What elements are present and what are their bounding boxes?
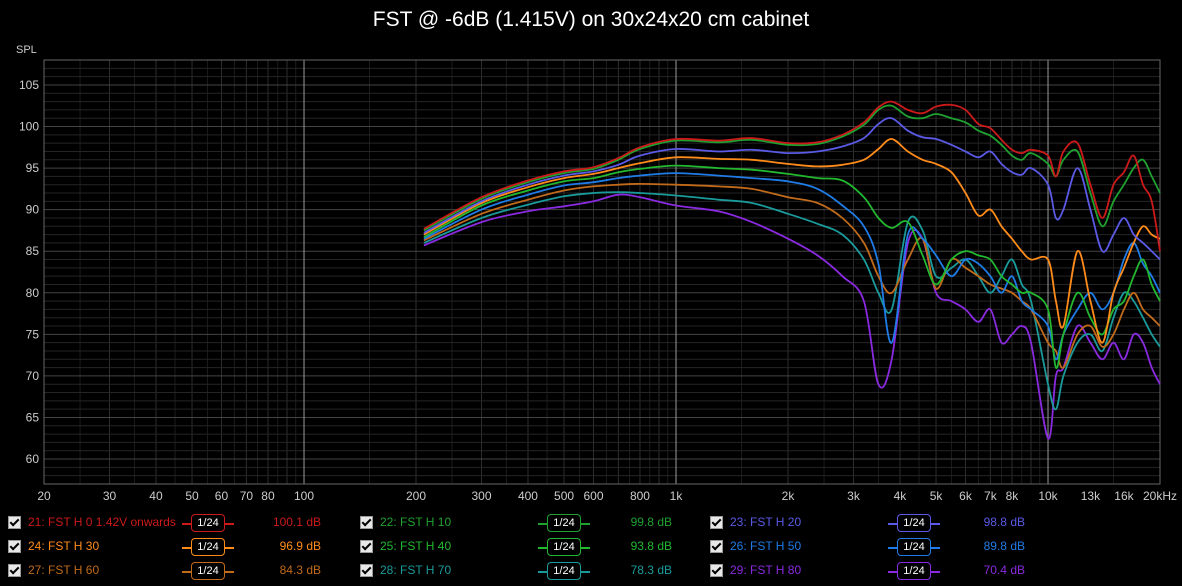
- x-tick-label: 200: [406, 489, 426, 503]
- x-tick-labels: 20 30 40 50 60 70 80 100 200 300 400 500 600 800 1k 2k 3…: [37, 489, 1177, 503]
- y-tick-label: 70: [26, 369, 40, 383]
- y-tick-labels: 60 65 70 75 80 85 90 95 100 105: [19, 78, 39, 466]
- checkbox-visible[interactable]: [710, 564, 723, 577]
- legend-value: 70.4 dB: [983, 563, 1025, 577]
- y-tick-label: 75: [26, 327, 40, 341]
- legend-series-name: 27: FST H 60: [28, 563, 100, 577]
- legend-item[interactable]: 25: FST H 40 1/24 93.8 dB: [360, 538, 700, 558]
- checkbox-visible[interactable]: [710, 516, 723, 529]
- checkbox-visible[interactable]: [360, 540, 373, 553]
- legend-series-name: 29: FST H 80: [730, 563, 802, 577]
- legend-series-name: 23: FST H 20: [730, 515, 802, 529]
- legend-series-name: 25: FST H 40: [380, 539, 452, 553]
- legend-item[interactable]: 23: FST H 20 1/24 98.8 dB: [710, 514, 1050, 534]
- x-tick-label: 800: [630, 489, 650, 503]
- x-tick-label: 4k: [894, 489, 908, 503]
- smoothing-button[interactable]: 1/24: [191, 538, 225, 556]
- y-tick-label: 95: [26, 161, 40, 175]
- legend-value: 78.3 dB: [630, 563, 672, 577]
- x-tick-label: 300: [471, 489, 491, 503]
- x-tick-label: 13k: [1081, 489, 1101, 503]
- checkbox-visible[interactable]: [8, 540, 21, 553]
- legend-value: 84.3 dB: [279, 563, 321, 577]
- legend-item[interactable]: 24: FST H 30 1/24 96.9 dB: [8, 538, 348, 558]
- x-tick-label: 20: [37, 489, 51, 503]
- y-tick-label: 65: [26, 410, 40, 424]
- y-tick-label: 60: [26, 452, 40, 466]
- x-tick-label: 10k: [1038, 489, 1058, 503]
- legend-item[interactable]: 27: FST H 60 1/24 84.3 dB: [8, 562, 348, 582]
- legend-value: 89.8 dB: [983, 539, 1025, 553]
- x-tick-label: 1k: [670, 489, 684, 503]
- legend-item[interactable]: 21: FST H 0 1.42V onwards 1/24 100.1 dB: [8, 514, 348, 534]
- x-tick-label: 600: [583, 489, 603, 503]
- grid-minor: [43, 59, 1161, 485]
- smoothing-button[interactable]: 1/24: [897, 562, 931, 580]
- x-tick-label: 3k: [847, 489, 861, 503]
- smoothing-button[interactable]: 1/24: [897, 538, 931, 556]
- x-tick-label: 500: [554, 489, 574, 503]
- legend-item[interactable]: 29: FST H 80 1/24 70.4 dB: [710, 562, 1050, 582]
- checkbox-visible[interactable]: [360, 516, 373, 529]
- legend-series-name: 24: FST H 30: [28, 539, 100, 553]
- legend-value: 93.8 dB: [630, 539, 672, 553]
- y-tick-label: 90: [26, 203, 40, 217]
- legend-value: 99.8 dB: [630, 515, 672, 529]
- x-tick-label: 70: [240, 489, 254, 503]
- smoothing-button[interactable]: 1/24: [897, 514, 931, 532]
- checkbox-visible[interactable]: [710, 540, 723, 553]
- smoothing-button[interactable]: 1/24: [191, 562, 225, 580]
- plot-frame: [43, 59, 1161, 485]
- legend-item[interactable]: 28: FST H 70 1/24 78.3 dB: [360, 562, 700, 582]
- grid-major: [44, 60, 1160, 484]
- x-tick-label: 80: [261, 489, 275, 503]
- smoothing-button[interactable]: 1/24: [547, 538, 581, 556]
- x-tick-label: 2k: [782, 489, 796, 503]
- x-tick-label: 60: [215, 489, 229, 503]
- x-tick-label: 30: [103, 489, 117, 503]
- checkbox-visible[interactable]: [8, 516, 21, 529]
- legend-item[interactable]: 26: FST H 50 1/24 89.8 dB: [710, 538, 1050, 558]
- y-tick-label: 80: [26, 286, 40, 300]
- y-tick-label: 105: [19, 78, 39, 92]
- x-tick-label: 40: [149, 489, 163, 503]
- checkbox-visible[interactable]: [8, 564, 21, 577]
- y-tick-label: 85: [26, 244, 40, 258]
- legend-value: 98.8 dB: [983, 515, 1025, 529]
- legend-series-name: 28: FST H 70: [380, 563, 452, 577]
- x-tick-label: 20kHz: [1143, 489, 1177, 503]
- y-axis-label: SPL: [16, 44, 37, 56]
- legend-item[interactable]: 22: FST H 10 1/24 99.8 dB: [360, 514, 700, 534]
- smoothing-button[interactable]: 1/24: [191, 514, 225, 532]
- smoothing-button[interactable]: 1/24: [547, 514, 581, 532]
- legend-series-name: 22: FST H 10: [380, 515, 452, 529]
- x-tick-label: 100: [294, 489, 314, 503]
- smoothing-button[interactable]: 1/24: [547, 562, 581, 580]
- x-tick-label: 6k: [959, 489, 973, 503]
- series-layer: [423, 100, 1161, 440]
- x-tick-label: 7k: [984, 489, 998, 503]
- frequency-response-chart: 60 65 70 75 80 85 90 95 100 105 20 30 40 50 60 70 80 100…: [16, 44, 1177, 503]
- x-tick-label: 400: [518, 489, 538, 503]
- y-tick-label: 100: [19, 120, 39, 134]
- legend-series-name: 26: FST H 50: [730, 539, 802, 553]
- legend-series-name: 21: FST H 0 1.42V onwards: [28, 515, 176, 529]
- x-tick-label: 8k: [1006, 489, 1020, 503]
- legend-value: 96.9 dB: [279, 539, 321, 553]
- checkbox-visible[interactable]: [360, 564, 373, 577]
- x-tick-label: 50: [185, 489, 199, 503]
- x-tick-label: 5k: [930, 489, 944, 503]
- legend-value: 100.1 dB: [272, 515, 321, 529]
- x-tick-label: 16k: [1114, 489, 1134, 503]
